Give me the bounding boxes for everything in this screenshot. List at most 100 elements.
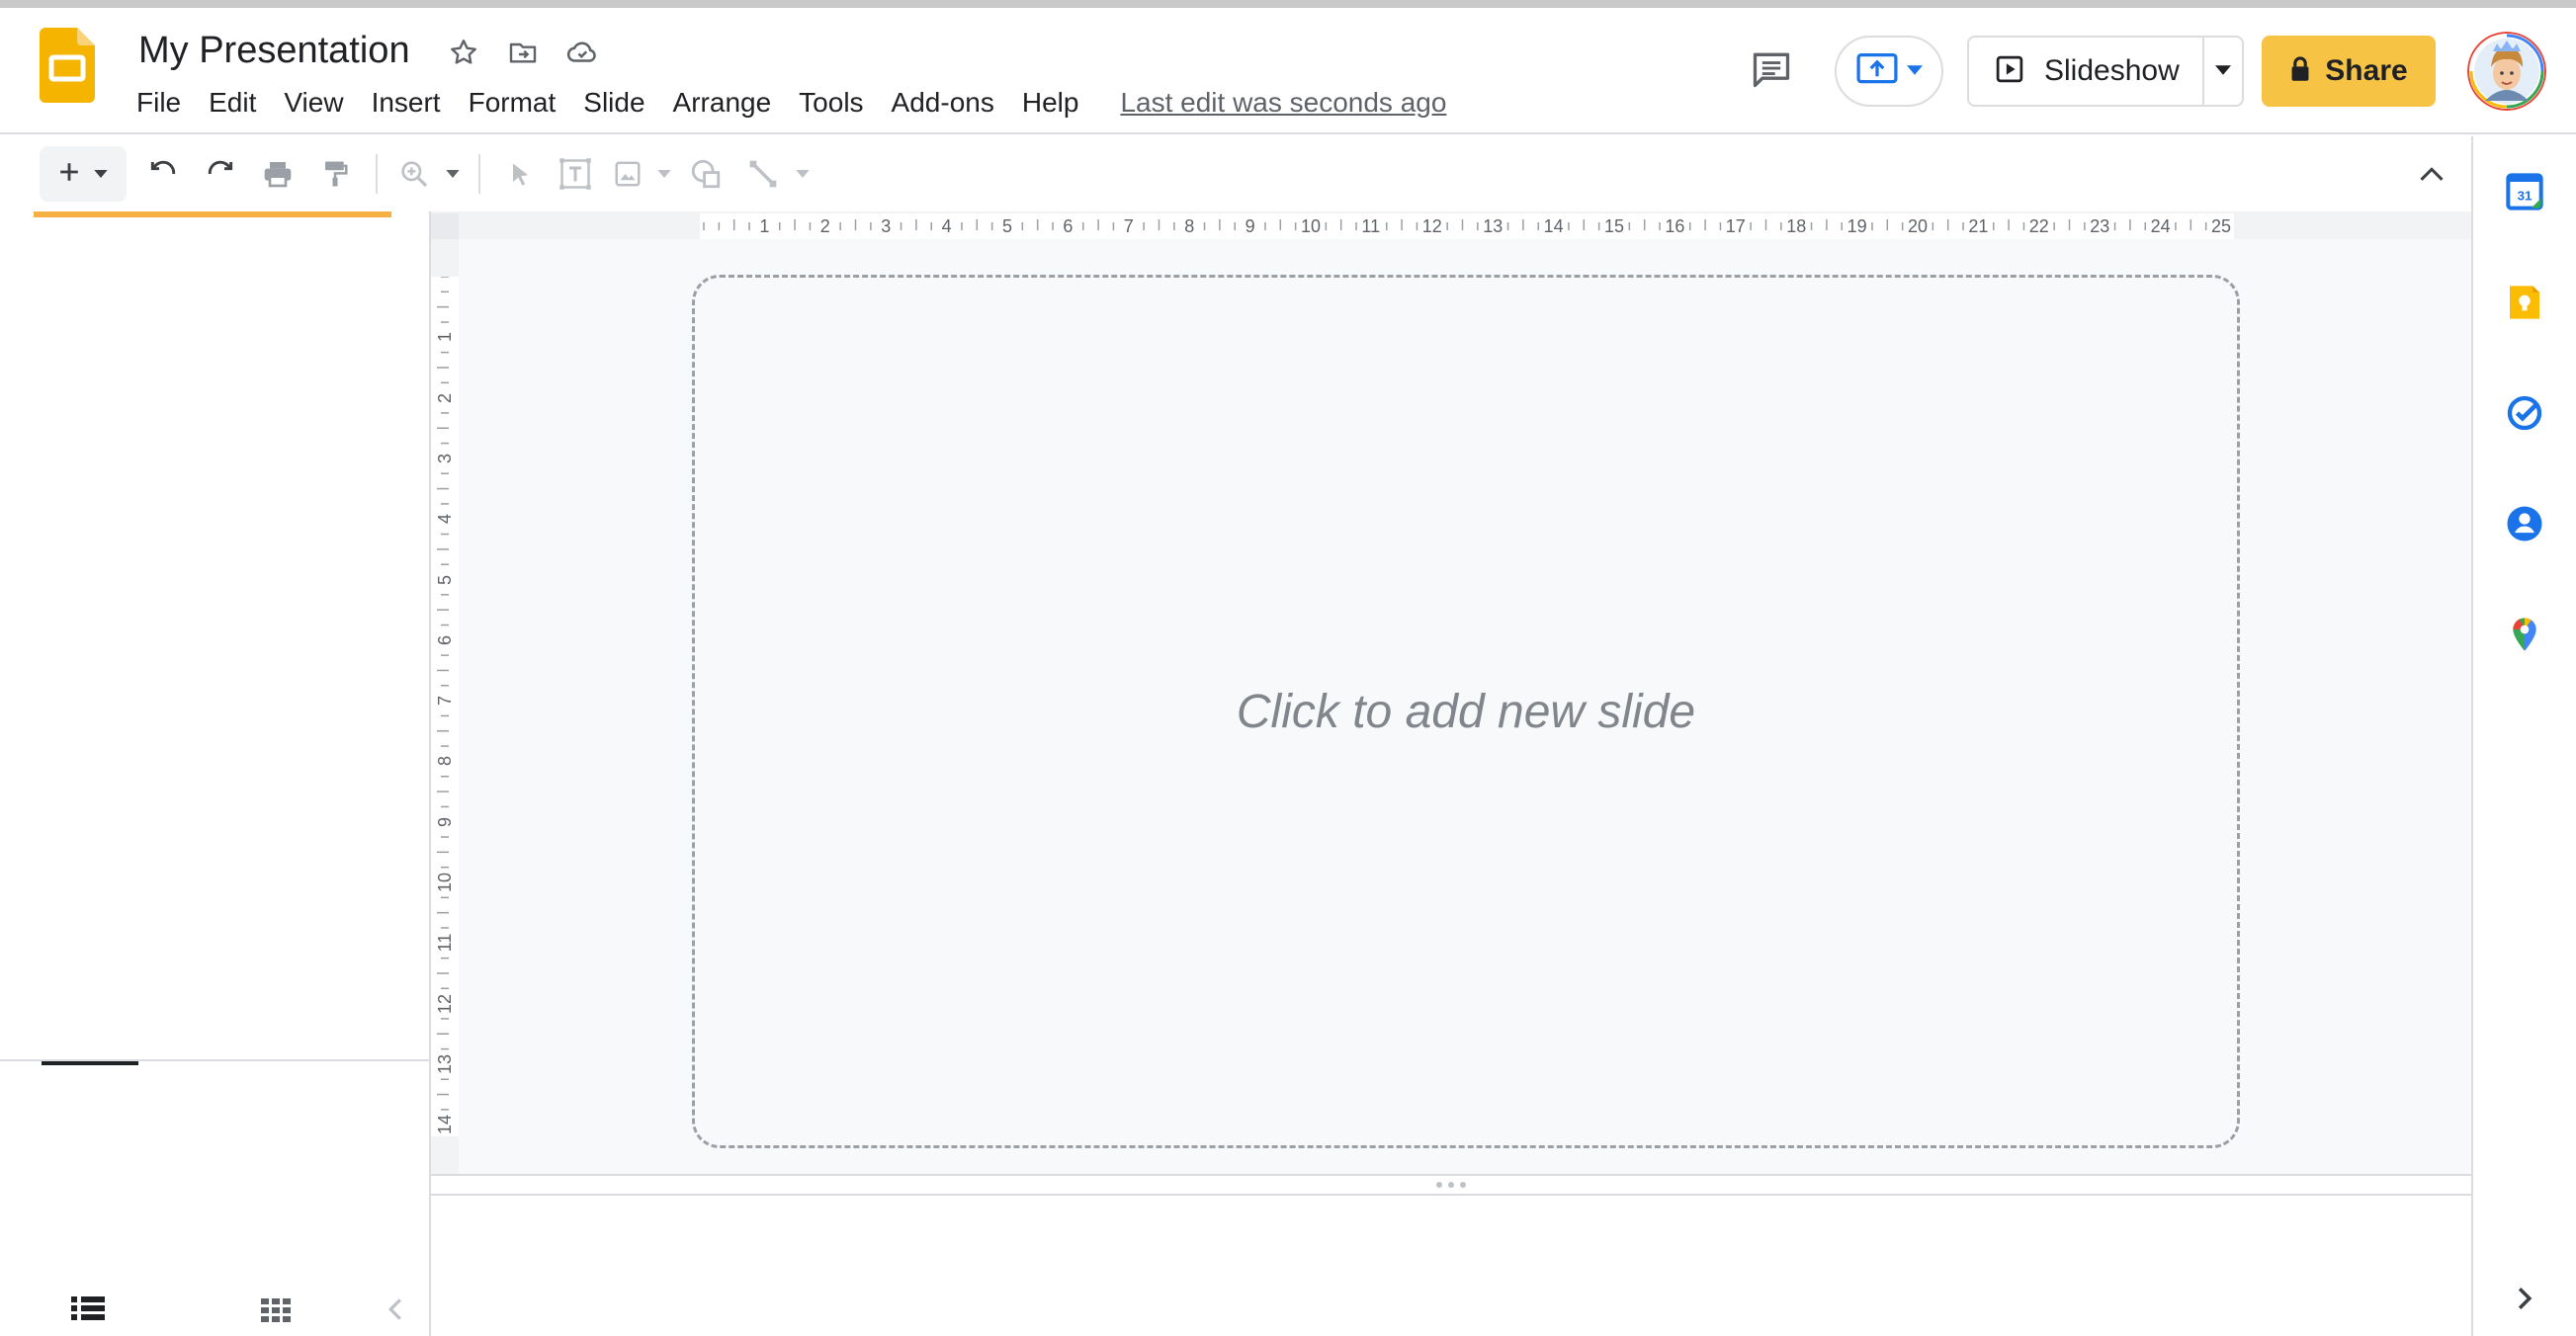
ruler-label: 9 [435, 816, 455, 827]
hide-filmstrip-icon[interactable] [387, 1296, 407, 1324]
document-title[interactable]: My Presentation [138, 28, 410, 73]
add-new-slide-placeholder[interactable]: Click to add new slide [692, 275, 2240, 1148]
lock-icon [2289, 55, 2311, 87]
slideshow-icon [1995, 54, 2024, 89]
ruler-label: 15 [1604, 216, 1625, 236]
notes-resize-handle[interactable] [431, 1174, 2471, 1196]
add-slide-label: Click to add new slide [1236, 685, 1696, 738]
menu-help[interactable]: Help [1008, 83, 1093, 123]
avatar[interactable] [2467, 32, 2546, 111]
handle-dot [1448, 1182, 1454, 1188]
ruler-label: 20 [1908, 216, 1929, 236]
menu-file[interactable]: File [123, 83, 195, 123]
filmstrip-view-indicator [42, 1061, 138, 1065]
toolbar-separator [478, 154, 480, 194]
menu-slide[interactable]: Slide [569, 83, 658, 123]
print-icon[interactable] [249, 146, 306, 202]
present-to-meeting-button[interactable] [1835, 36, 1943, 107]
image-dropdown-icon[interactable] [652, 146, 676, 202]
ruler-label: 7 [1123, 216, 1134, 236]
ruler-label: 10 [435, 872, 455, 892]
chevron-down-icon [1907, 62, 1923, 80]
ruler-label: 8 [435, 756, 455, 767]
grid-view-icon[interactable] [261, 1298, 291, 1322]
menu-add-ons[interactable]: Add-ons [878, 83, 1008, 123]
vertical-ruler: 1 2 3 4 5 6 7 8 9 10 11 12 13 14 [431, 277, 459, 1136]
tasks-icon[interactable] [2501, 389, 2548, 437]
star-icon[interactable] [441, 30, 486, 75]
menu-view[interactable]: View [270, 83, 357, 123]
redo-icon[interactable] [192, 146, 249, 202]
ruler-label: 9 [1245, 216, 1255, 236]
menu-arrange[interactable]: Arrange [659, 83, 786, 123]
text-box-icon[interactable] [548, 146, 603, 202]
undo-icon[interactable] [134, 146, 192, 202]
slideshow-button[interactable]: Slideshow [1967, 36, 2204, 107]
shape-icon[interactable] [676, 146, 735, 202]
filmstrip-insertion-indicator [34, 211, 391, 217]
ruler-label: 1 [435, 332, 455, 343]
new-slide-dropdown-icon [94, 165, 108, 183]
speaker-notes-area[interactable] [431, 1196, 2471, 1336]
menu-format[interactable]: Format [455, 83, 570, 123]
select-icon[interactable] [492, 146, 548, 202]
zoom-dropdown-icon[interactable] [439, 146, 467, 202]
ruler-label: 21 [1968, 216, 1989, 236]
move-to-folder-icon[interactable] [500, 30, 546, 75]
ruler-label: 12 [435, 993, 455, 1014]
ruler-label: 13 [1483, 216, 1503, 236]
share-button[interactable]: Share [2262, 36, 2436, 107]
ruler-label: 10 [1301, 216, 1322, 236]
maps-icon[interactable] [2501, 611, 2548, 658]
share-label: Share [2325, 54, 2408, 87]
paint-format-icon[interactable] [306, 146, 364, 202]
present-to-meeting-icon [1855, 51, 1899, 92]
cloud-saved-icon[interactable] [559, 30, 605, 75]
menu-insert[interactable]: Insert [358, 83, 455, 123]
slides-logo-icon[interactable] [40, 28, 95, 103]
handle-dot [1460, 1182, 1466, 1188]
ruler-label: 12 [1421, 216, 1442, 236]
ruler-label: 17 [1725, 216, 1746, 236]
ruler-label: 6 [1063, 216, 1073, 236]
ruler-label: 13 [435, 1053, 455, 1074]
ruler-label: 24 [2150, 216, 2171, 236]
toolbar [0, 136, 2471, 211]
ruler-label: 18 [1786, 216, 1807, 236]
calendar-icon[interactable]: 31 [2501, 168, 2548, 215]
comments-icon[interactable] [1746, 43, 1797, 95]
ruler-label: 11 [435, 933, 455, 953]
menu-tools[interactable]: Tools [785, 83, 877, 123]
ruler-label: 7 [435, 696, 455, 707]
ruler-label: 6 [435, 634, 455, 645]
ruler-label: 14 [435, 1115, 455, 1135]
ruler-label: 19 [1846, 216, 1867, 236]
chevron-down-icon [2215, 62, 2231, 80]
ruler-label: 4 [435, 514, 455, 525]
line-dropdown-icon[interactable] [791, 146, 815, 202]
ruler-label: 5 [435, 574, 455, 585]
svg-text:31: 31 [2518, 188, 2533, 203]
ruler-label: 16 [1665, 216, 1685, 236]
slideshow-dropdown-button[interactable] [2202, 36, 2244, 107]
ruler-label: 3 [435, 453, 455, 463]
keep-icon[interactable] [2501, 279, 2548, 326]
zoom-icon[interactable] [389, 146, 439, 202]
ruler-label: 5 [1002, 216, 1013, 236]
contacts-icon[interactable] [2501, 500, 2548, 547]
ruler-label: 8 [1184, 216, 1195, 236]
filmstrip-view-icon[interactable] [71, 1296, 105, 1322]
new-slide-button[interactable] [40, 146, 127, 202]
last-edit-link[interactable]: Last edit was seconds ago [1120, 87, 1446, 119]
menu-edit[interactable]: Edit [195, 83, 270, 123]
line-icon[interactable] [735, 146, 791, 202]
ruler-label: 2 [435, 392, 455, 403]
image-icon[interactable] [603, 146, 652, 202]
ruler-label: 3 [881, 216, 892, 236]
ruler-label: 11 [1361, 216, 1381, 236]
collapse-menus-icon[interactable] [2408, 150, 2455, 198]
ruler-label: 1 [759, 216, 770, 236]
chevron-right-icon[interactable] [2501, 1275, 2548, 1322]
filmstrip-view-bar [0, 1059, 431, 1125]
ruler-label: 25 [2211, 216, 2232, 236]
